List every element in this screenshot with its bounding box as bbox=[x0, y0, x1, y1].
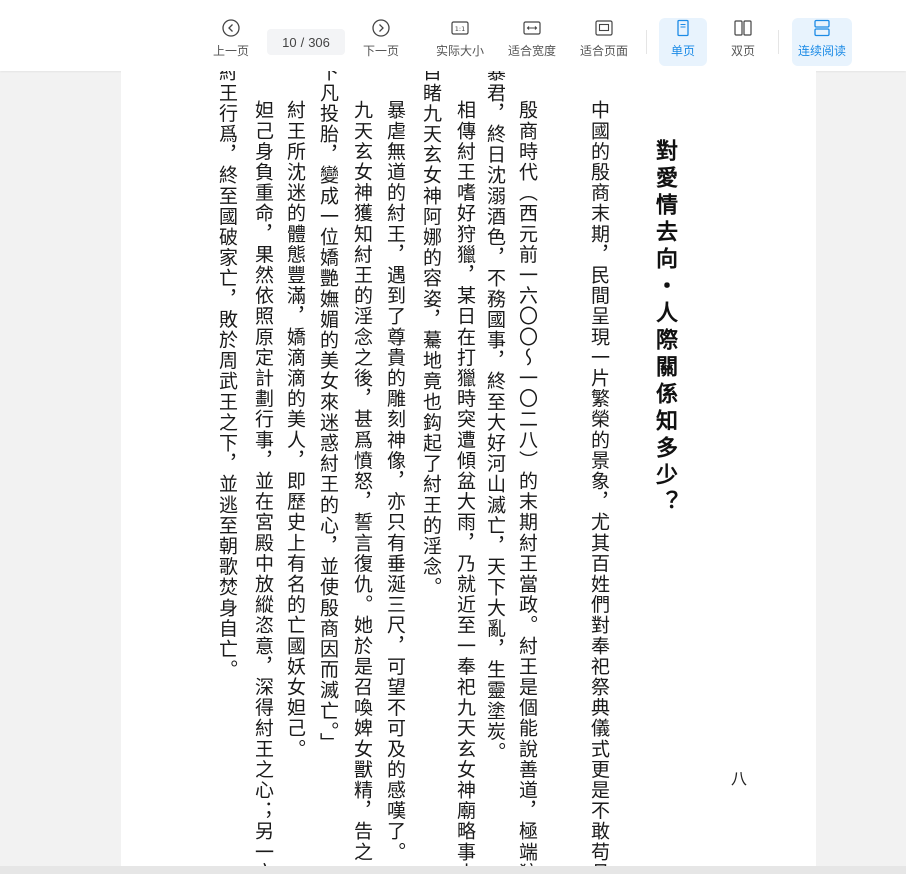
page-current-input[interactable]: 10 bbox=[282, 35, 296, 50]
text-column: 下凡投胎，變成一位嬌艷嫵媚的美女來迷惑紂王的心，並使殷商因而滅亡。」 bbox=[317, 71, 339, 753]
actual-size-button[interactable]: 1:1 实际大小 bbox=[434, 18, 486, 66]
double-page-icon bbox=[734, 20, 752, 36]
fit-page-button[interactable]: 适合页面 bbox=[578, 18, 630, 66]
text-column: 妲己身負重命，果然依照原定計劃行事，並在宮殿中放縱恣意，深得紂王之心；另一方面 bbox=[252, 100, 274, 866]
double-page-label: 双页 bbox=[730, 44, 755, 58]
text-column: 暴君，終日沈溺酒色，不務國事，終至大好河山滅亡，天下大亂，生靈塗炭。 bbox=[484, 71, 506, 763]
single-page-label: 单页 bbox=[670, 44, 695, 58]
single-page-icon bbox=[677, 19, 689, 37]
toolbar-divider bbox=[646, 30, 647, 54]
fit-page-label: 适合页面 bbox=[579, 44, 628, 58]
viewer-toolbar: 上一页 10 / 306 下一页 1:1 实际大小 适合宽度 适合页面 单页 双… bbox=[0, 0, 906, 71]
text-column: 目睹九天玄女神阿娜的容姿，驀地竟也鈎起了紂王的淫念。 bbox=[420, 71, 442, 598]
text-column: 九天玄女神獲知紂王的淫念之後，甚爲憤怒，誓言復仇。她於是召喚婢女獸精，告之「妳 bbox=[351, 100, 373, 866]
double-page-button[interactable]: 双页 bbox=[723, 18, 763, 66]
svg-text:1:1: 1:1 bbox=[455, 25, 465, 33]
fit-page-icon bbox=[595, 20, 613, 36]
page-separator: / bbox=[300, 34, 305, 50]
fit-width-button[interactable]: 适合宽度 bbox=[506, 18, 558, 66]
page-total: 306 bbox=[308, 34, 330, 50]
toolbar-divider bbox=[778, 30, 779, 54]
horizontal-scrollbar[interactable] bbox=[0, 866, 906, 874]
prev-page-button[interactable]: 上一页 bbox=[211, 18, 251, 66]
text-column: 暴虐無道的紂王，遇到了尊貴的雕刻神像，亦只有垂涎三尺，可望不可及的感嘆了。 bbox=[384, 100, 406, 863]
text-column: 紂王行爲，終至國破家亡，敗於周武王之下，並逃至朝歌焚身自亡。 bbox=[216, 71, 238, 680]
next-page-label: 下一页 bbox=[362, 44, 399, 58]
continuous-read-label: 连续阅读 bbox=[797, 44, 846, 58]
fit-width-label: 适合宽度 bbox=[507, 44, 556, 58]
chevron-left-icon bbox=[222, 19, 240, 37]
text-column: 中國的殷商末期，民間呈現一片繁榮的景象，尤其百姓們對奉祀祭典儀式更是不敢苟且敷 bbox=[588, 100, 610, 866]
continuous-read-button[interactable]: 连续阅读 bbox=[792, 18, 852, 66]
text-column: 紂王所沈迷的體態豐滿，嬌滴滴的美人，即歷史上有名的亡國妖女妲己。 bbox=[284, 100, 306, 760]
document-page: 對愛情去向・人際關係知多少？ 中國的殷商末期，民間呈現一片繁榮的景象，尤其百姓們… bbox=[121, 71, 816, 866]
prev-page-label: 上一页 bbox=[212, 44, 249, 58]
chevron-right-icon bbox=[372, 19, 390, 37]
page-title: 對愛情去向・人際關係知多少？ bbox=[652, 139, 678, 517]
fit-width-icon bbox=[523, 21, 541, 35]
actual-size-label: 实际大小 bbox=[435, 44, 484, 58]
next-page-button[interactable]: 下一页 bbox=[361, 18, 401, 66]
actual-size-icon: 1:1 bbox=[451, 21, 469, 35]
page-number: 八 bbox=[731, 769, 748, 788]
text-column: 相傳紂王嗜好狩獵，某日在打獵時突遭傾盆大雨，乃就近至一奉祀九天玄女神廟略事小憩 bbox=[454, 100, 476, 866]
text-column: 殷商時代（西元前一六〇〇～一〇二八）的末期紂王當政。紂王是個能說善道，極端狡猾 bbox=[516, 100, 538, 866]
page-indicator[interactable]: 10 / 306 bbox=[267, 29, 345, 55]
continuous-read-icon bbox=[814, 19, 830, 37]
single-page-button[interactable]: 单页 bbox=[659, 18, 707, 66]
